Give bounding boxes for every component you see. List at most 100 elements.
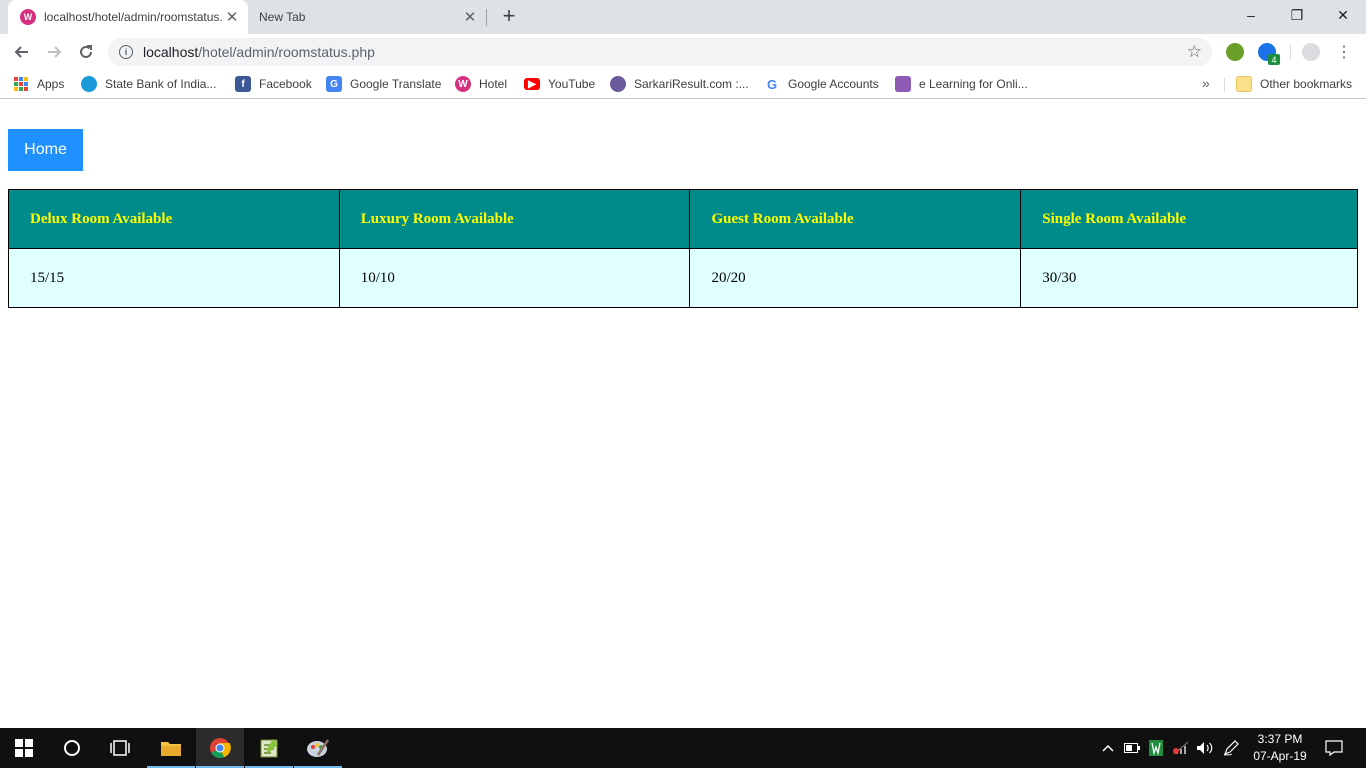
tab-roomstatus[interactable]: W localhost/hotel/admin/roomstatus.php ✕ (8, 0, 248, 34)
hotel-icon: W (455, 76, 471, 92)
notepad-plus-icon (260, 739, 278, 758)
bookmarks-separator (1224, 78, 1225, 92)
menu-icon[interactable]: ⋮ (1336, 40, 1352, 64)
bookmark-star-icon[interactable]: ☆ (1187, 42, 1202, 62)
delux-room-count: 15/15 (8, 248, 340, 308)
cortana-search-button[interactable] (48, 728, 96, 768)
pen-ink-icon[interactable] (1220, 728, 1242, 768)
chevron-up-icon (1102, 744, 1114, 752)
restore-button[interactable]: ❐ (1274, 0, 1320, 30)
bookmark-label: State Bank of India... (105, 77, 217, 91)
youtube-icon: ▶ (524, 78, 540, 90)
back-button[interactable] (8, 38, 36, 66)
bookmark-google-translate[interactable]: G Google Translate (326, 75, 441, 93)
toolbar-separator (1290, 44, 1291, 60)
bookmark-apps[interactable]: Apps (14, 75, 64, 93)
file-explorer-button[interactable] (147, 728, 195, 768)
table-row: 15/15 10/10 20/20 30/30 (8, 248, 1358, 308)
bookmark-label: Facebook (259, 77, 312, 91)
paint-button[interactable] (294, 728, 342, 768)
chrome-taskbar-button[interactable] (196, 728, 244, 768)
google-icon: G (764, 76, 780, 92)
folder-icon (161, 742, 181, 756)
home-button[interactable]: Home (8, 129, 83, 171)
guest-room-count: 20/20 (689, 248, 1022, 308)
palette-icon (307, 739, 330, 757)
wamp-favicon-icon: W (20, 9, 36, 25)
bookmark-google-accounts[interactable]: G Google Accounts (764, 75, 879, 93)
url-path: /hotel/admin/roomstatus.php (198, 44, 375, 60)
info-icon[interactable]: i (119, 45, 133, 59)
tab-strip: W localhost/hotel/admin/roomstatus.php ✕… (0, 0, 1366, 34)
bookmark-label: Other bookmarks (1260, 77, 1353, 91)
windows-logo-icon (15, 739, 33, 757)
extension-icon[interactable] (1226, 43, 1244, 61)
header-single-room: Single Room Available (1020, 189, 1358, 249)
table-header-row: Delux Room Available Luxury Room Availab… (8, 189, 1358, 249)
tab-close-icon[interactable]: ✕ (460, 7, 480, 27)
wamp-server-icon[interactable] (1146, 728, 1166, 768)
task-view-button[interactable] (96, 728, 144, 768)
single-room-count: 30/30 (1020, 248, 1358, 308)
profile-avatar[interactable] (1302, 43, 1320, 61)
new-tab-button[interactable]: + (497, 3, 521, 28)
sarkari-icon (610, 76, 626, 92)
sbi-icon (81, 76, 97, 92)
show-hidden-icons-button[interactable] (1098, 728, 1118, 768)
url-text: localhost/hotel/admin/roomstatus.php (143, 44, 375, 60)
close-window-button[interactable]: ✕ (1320, 0, 1366, 30)
extension-badge: 4 (1268, 54, 1280, 65)
taskbar-clock[interactable]: 3:37 PM 07-Apr-19 (1248, 731, 1312, 765)
bookmark-label: YouTube (548, 77, 596, 91)
address-bar[interactable]: i localhost/hotel/admin/roomstatus.php ☆ (108, 38, 1212, 66)
tab-title: localhost/hotel/admin/roomstatus.php (44, 10, 222, 24)
header-luxury-room: Luxury Room Available (338, 189, 691, 249)
page-content: Home Delux Room Available Luxury Room Av… (0, 100, 1366, 728)
action-center-button[interactable] (1320, 728, 1348, 768)
luxury-room-count: 10/10 (338, 248, 691, 308)
tab-close-icon[interactable]: ✕ (222, 7, 242, 27)
bookmark-label: Google Accounts (788, 77, 879, 91)
bookmark-label: Google Translate (350, 77, 442, 91)
tab-new-tab[interactable]: New Tab ✕ (248, 0, 486, 34)
bookmarks-bar: Apps State Bank of India... f Facebook G… (0, 70, 1366, 99)
network-icon[interactable] (1170, 728, 1192, 768)
bookmark-youtube[interactable]: ▶ YouTube (524, 75, 595, 93)
bookmark-elearning[interactable]: e Learning for Onli... (895, 75, 1028, 93)
bookmark-sbi[interactable]: State Bank of India... (81, 75, 216, 93)
browser-toolbar: i localhost/hotel/admin/roomstatus.php ☆… (0, 34, 1366, 70)
folder-icon (1236, 76, 1252, 92)
reload-icon (80, 45, 92, 58)
apps-grid-icon (14, 77, 28, 91)
battery-icon[interactable] (1122, 728, 1142, 768)
bookmark-sarkariresult[interactable]: SarkariResult.com :... (610, 75, 749, 93)
back-arrow-icon (14, 46, 28, 58)
windows-taskbar: 3:37 PM 07-Apr-19 (0, 728, 1366, 768)
room-status-table: Delux Room Available Luxury Room Availab… (8, 189, 1358, 308)
bookmark-facebook[interactable]: f Facebook (235, 75, 312, 93)
elearning-icon (895, 76, 911, 92)
forward-arrow-icon (48, 46, 62, 58)
forward-button[interactable] (40, 38, 68, 66)
translate-icon: G (326, 76, 342, 92)
tab-title: New Tab (259, 10, 306, 24)
notepad-plus-button[interactable] (245, 728, 293, 768)
bookmarks-overflow-button[interactable]: » (1202, 75, 1210, 91)
url-host: localhost (143, 44, 199, 60)
clock-time: 3:37 PM (1257, 732, 1303, 746)
volume-icon[interactable] (1194, 728, 1216, 768)
clock-date: 07-Apr-19 (1253, 749, 1307, 763)
header-delux-room: Delux Room Available (8, 189, 340, 249)
task-view-icon (110, 740, 130, 756)
start-button[interactable] (0, 728, 48, 768)
other-bookmarks[interactable]: Other bookmarks (1236, 75, 1352, 93)
tab-separator (486, 9, 487, 26)
chrome-icon (210, 738, 231, 759)
facebook-icon: f (235, 76, 251, 92)
reload-button[interactable] (72, 38, 100, 66)
bookmark-label: SarkariResult.com :... (634, 77, 749, 91)
header-guest-room: Guest Room Available (689, 189, 1022, 249)
bookmark-hotel[interactable]: W Hotel (455, 75, 507, 93)
bookmark-label: Hotel (479, 77, 508, 91)
minimize-button[interactable]: – (1228, 0, 1274, 30)
